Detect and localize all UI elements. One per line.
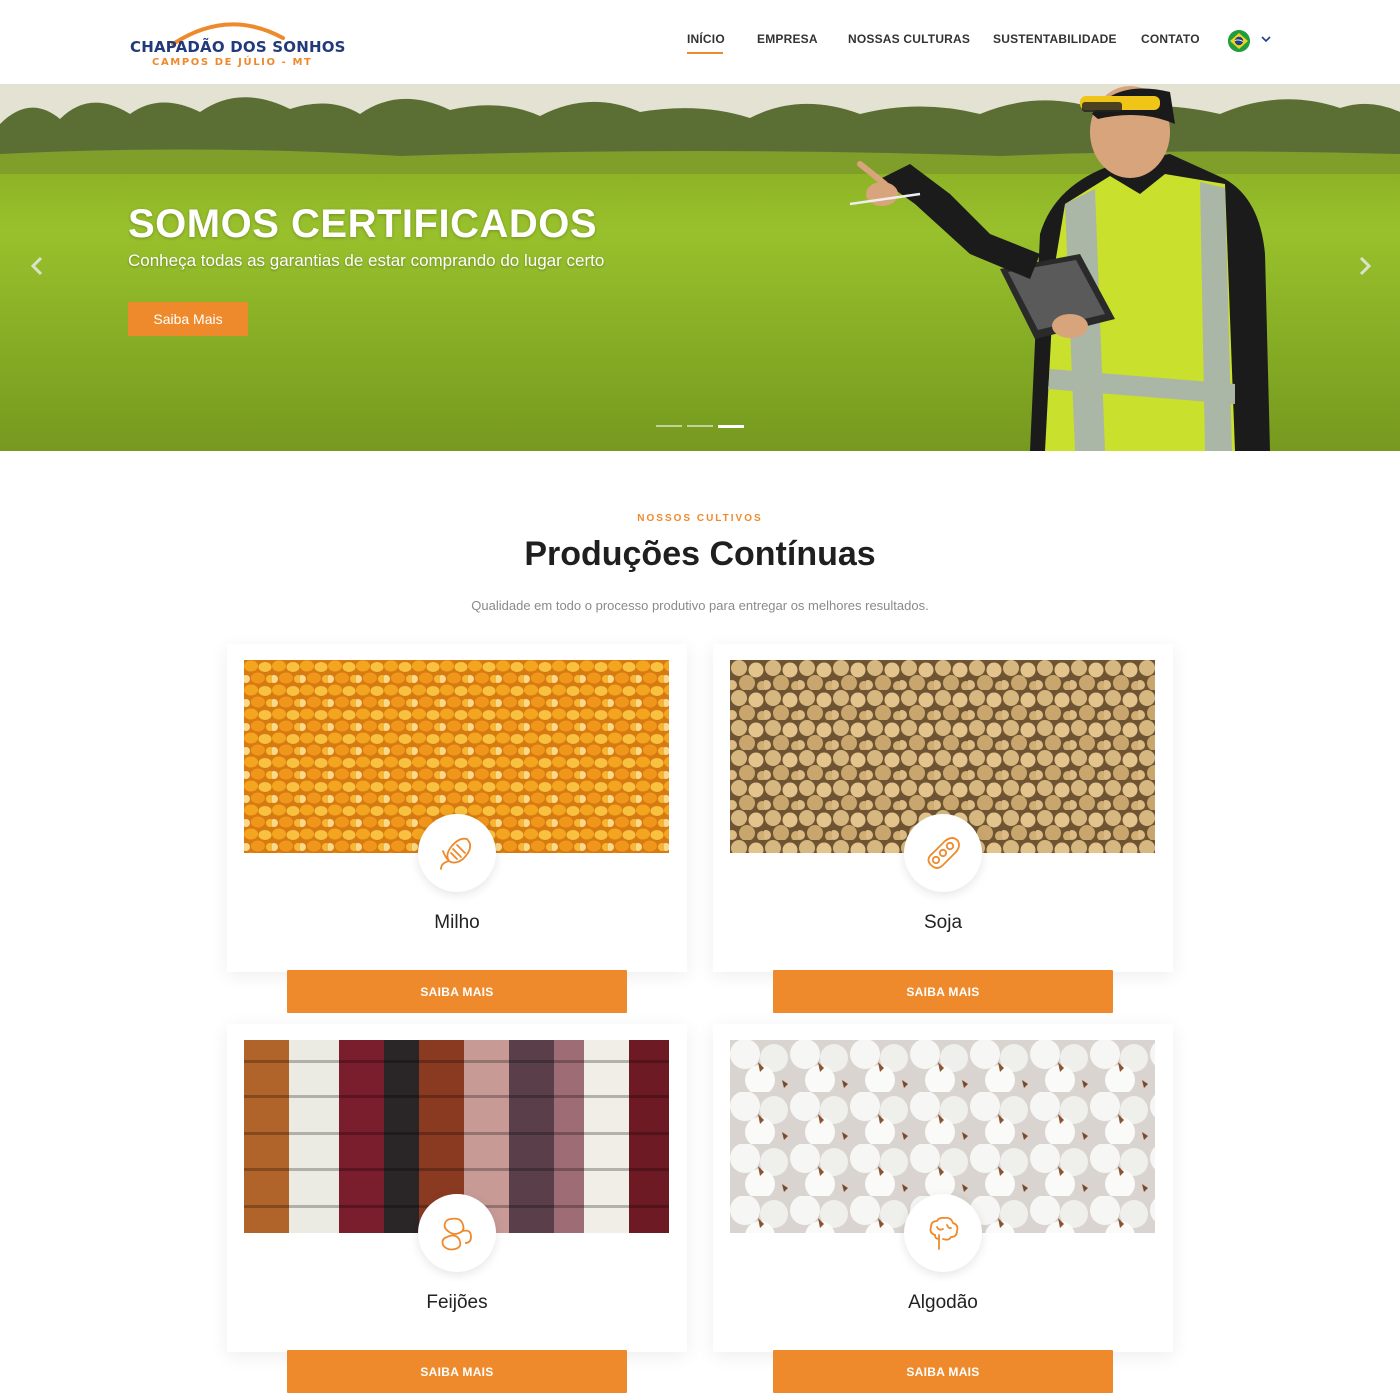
section-title: Produções Contínuas (524, 535, 876, 573)
section-eyebrow: NOSSOS CULTIVOS (637, 513, 763, 524)
slider-indicators (656, 425, 746, 429)
corn-icon-badge (418, 814, 496, 892)
crop-card-algodao: Algodão SAIBA MAIS (713, 1024, 1173, 1393)
saiba-mais-button-soja[interactable]: SAIBA MAIS (773, 970, 1113, 1013)
hero-slider: SOMOS CERTIFICADOS Conheça todas as gara… (0, 84, 1400, 451)
cotton-icon-badge (904, 1194, 982, 1272)
soybean-icon-badge (904, 814, 982, 892)
hero-subtitle: Conheça todas as garantias de estar comp… (128, 251, 605, 270)
card-title-algodao: Algodão (908, 1292, 978, 1313)
hero-title: SOMOS CERTIFICADOS (128, 202, 598, 246)
saiba-mais-button-milho[interactable]: SAIBA MAIS (287, 970, 627, 1013)
beans-icon (441, 1217, 472, 1251)
slider-dot-active[interactable] (718, 425, 744, 428)
section-description: Qualidade em todo o processo produtivo p… (471, 598, 929, 613)
nav-item-contato[interactable]: CONTATO (1141, 32, 1200, 46)
chevron-down-icon (1261, 36, 1271, 43)
logo-subtitle: CAMPOS DE JÚLIO - MT (152, 57, 313, 68)
card-title-feijoes: Feijões (426, 1292, 488, 1313)
card-title-soja: Soja (923, 912, 963, 933)
saiba-mais-button-algodao[interactable]: SAIBA MAIS (773, 1350, 1113, 1393)
slider-dot[interactable] (656, 425, 682, 427)
soybean-icon (927, 837, 960, 869)
corn-icon (440, 837, 472, 870)
site-header: CHAPADÃO DOS SONHOS CAMPOS DE JÚLIO - MT… (0, 0, 1400, 84)
slider-prev-arrow-icon[interactable] (28, 256, 46, 276)
slider-dot[interactable] (687, 425, 713, 427)
crop-card-soja: Soja SAIBA MAIS (713, 644, 1173, 1013)
nav-item-empresa[interactable]: EMPRESA (757, 32, 818, 46)
hero-saiba-mais-button[interactable]: Saiba Mais (128, 302, 248, 336)
crop-card-milho: Milho SAIBA MAIS (227, 644, 687, 1013)
nav-item-nossas-culturas[interactable]: NOSSAS CULTURAS (848, 32, 970, 46)
beans-icon-badge (418, 1194, 496, 1272)
nav-active-underline (687, 52, 723, 54)
card-title-milho: Milho (434, 912, 480, 933)
brazil-flag-icon (1228, 30, 1250, 52)
nav-item-inicio[interactable]: INÍCIO (687, 32, 725, 46)
engineer-image (849, 86, 1270, 451)
nav-item-sustentabilidade[interactable]: SUSTENTABILIDADE (993, 32, 1117, 46)
crop-card-feijoes: Feijões SAIBA MAIS (227, 1024, 687, 1393)
slider-next-arrow-icon[interactable] (1356, 256, 1374, 276)
cotton-icon (929, 1216, 959, 1250)
saiba-mais-button-feijoes[interactable]: SAIBA MAIS (287, 1350, 627, 1393)
language-selector[interactable] (1228, 30, 1272, 54)
